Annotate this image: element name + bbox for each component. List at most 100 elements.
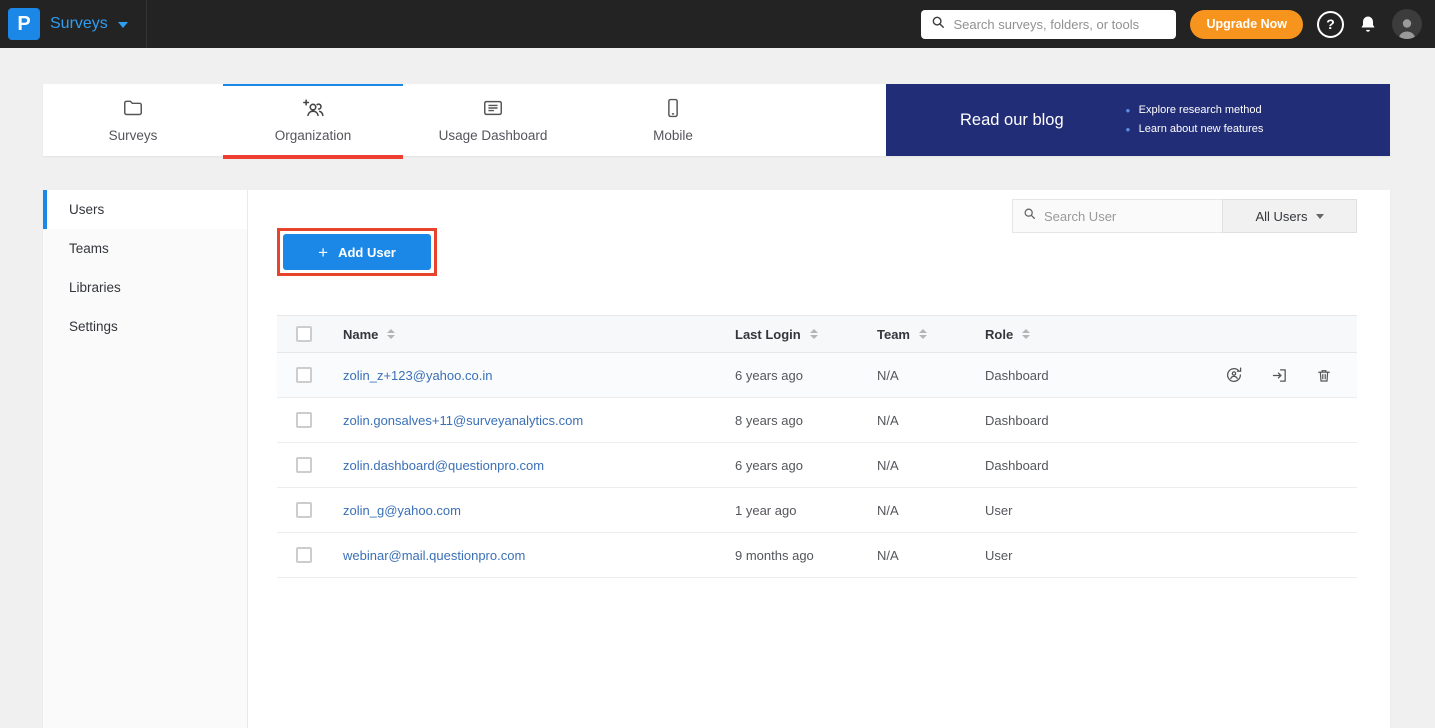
- last-login-cell: 6 years ago: [735, 368, 877, 383]
- table-row: zolin.dashboard@questionpro.com 6 years …: [277, 443, 1357, 488]
- sidebar-item-settings[interactable]: Settings: [43, 307, 247, 346]
- tab-label: Surveys: [109, 128, 158, 143]
- organization-sidebar: Users Teams Libraries Settings: [43, 190, 248, 728]
- product-switcher-label[interactable]: Surveys: [50, 15, 108, 33]
- organization-panel: Users Teams Libraries Settings All Users: [43, 190, 1390, 728]
- sort-icon[interactable]: [810, 329, 818, 339]
- user-name-link[interactable]: webinar@mail.questionpro.com: [343, 548, 525, 563]
- role-cell: Dashboard: [985, 413, 1147, 428]
- tabs-spacer: [763, 84, 886, 156]
- user-search-group: All Users: [1012, 199, 1357, 233]
- sidebar-item-label: Users: [69, 202, 104, 217]
- user-filter-label: All Users: [1255, 209, 1307, 224]
- blog-bullet: Explore research method: [1126, 101, 1264, 120]
- dashboard-icon: [482, 97, 504, 122]
- user-name-link[interactable]: zolin.gonsalves+11@surveyanalytics.com: [343, 413, 583, 428]
- team-cell: N/A: [877, 548, 985, 563]
- logo-letter: P: [17, 13, 30, 36]
- blog-banner-bullets: Explore research method Learn about new …: [1126, 101, 1264, 139]
- global-search[interactable]: [921, 10, 1176, 39]
- table-row: webinar@mail.questionpro.com 9 months ag…: [277, 533, 1357, 578]
- sort-icon[interactable]: [1022, 329, 1030, 339]
- column-header-team: Team: [877, 327, 910, 342]
- topbar: P Surveys Upgrade Now ?: [0, 0, 1435, 48]
- table-row: zolin_g@yahoo.com 1 year ago N/A User: [277, 488, 1357, 533]
- column-header-role: Role: [985, 327, 1013, 342]
- tab-mobile[interactable]: Mobile: [583, 84, 763, 156]
- user-search-input[interactable]: [1044, 209, 1220, 224]
- sidebar-item-label: Teams: [69, 241, 109, 256]
- brand[interactable]: P Surveys: [0, 0, 147, 48]
- table-body: zolin_z+123@yahoo.co.in 6 years ago N/A …: [277, 353, 1357, 578]
- tab-label: Mobile: [653, 128, 693, 143]
- last-login-cell: 8 years ago: [735, 413, 877, 428]
- users-content: All Users + Add User Name Last Login: [248, 190, 1390, 728]
- sidebar-item-label: Libraries: [69, 280, 121, 295]
- topbar-right: Upgrade Now ?: [921, 9, 1435, 39]
- login-as-user-icon[interactable]: [1271, 367, 1288, 384]
- row-checkbox[interactable]: [296, 457, 312, 473]
- plus-icon: +: [318, 244, 328, 261]
- chevron-down-icon: [118, 22, 128, 28]
- user-name-link[interactable]: zolin_g@yahoo.com: [343, 503, 461, 518]
- column-header-name: Name: [343, 327, 378, 342]
- row-checkbox[interactable]: [296, 547, 312, 563]
- role-cell: Dashboard: [985, 368, 1147, 383]
- team-cell: N/A: [877, 503, 985, 518]
- annotation-highlight: + Add User: [277, 228, 437, 276]
- tab-surveys[interactable]: Surveys: [43, 84, 223, 156]
- select-all-checkbox[interactable]: [296, 326, 312, 342]
- blog-bullet: Learn about new features: [1126, 120, 1264, 139]
- team-cell: N/A: [877, 458, 985, 473]
- impersonate-user-icon[interactable]: [1225, 366, 1243, 384]
- delete-user-icon[interactable]: [1316, 367, 1332, 384]
- add-user-button[interactable]: + Add User: [283, 234, 431, 270]
- last-login-cell: 1 year ago: [735, 503, 877, 518]
- user-name-link[interactable]: zolin.dashboard@questionpro.com: [343, 458, 544, 473]
- table-row: zolin.gonsalves+11@surveyanalytics.com 8…: [277, 398, 1357, 443]
- user-filter-dropdown[interactable]: All Users: [1222, 199, 1357, 233]
- users-table: Name Last Login Team Role: [277, 315, 1357, 578]
- last-login-cell: 9 months ago: [735, 548, 877, 563]
- role-cell: User: [985, 548, 1147, 563]
- search-icon: [1023, 207, 1036, 225]
- row-checkbox[interactable]: [296, 367, 312, 383]
- sidebar-item-libraries[interactable]: Libraries: [43, 268, 247, 307]
- column-header-last-login: Last Login: [735, 327, 801, 342]
- row-checkbox[interactable]: [296, 412, 312, 428]
- nav-tabs: Surveys Organization Usage Dashboard: [43, 84, 763, 156]
- team-cell: N/A: [877, 368, 985, 383]
- role-cell: Dashboard: [985, 458, 1147, 473]
- blog-banner-title[interactable]: Read our blog: [960, 111, 1064, 130]
- last-login-cell: 6 years ago: [735, 458, 877, 473]
- primary-nav: Surveys Organization Usage Dashboard: [43, 84, 1390, 156]
- team-cell: N/A: [877, 413, 985, 428]
- notifications-bell-icon[interactable]: [1358, 14, 1378, 34]
- user-search-field[interactable]: [1012, 199, 1222, 233]
- help-button[interactable]: ?: [1317, 11, 1344, 38]
- sidebar-item-label: Settings: [69, 319, 118, 334]
- upgrade-now-button[interactable]: Upgrade Now: [1190, 10, 1303, 39]
- tab-organization[interactable]: Organization: [223, 84, 403, 156]
- tab-label: Usage Dashboard: [439, 128, 548, 143]
- global-search-input[interactable]: [953, 17, 1166, 32]
- blog-banner[interactable]: Read our blog Explore research method Le…: [886, 84, 1390, 156]
- mobile-phone-icon: [662, 97, 684, 122]
- sort-icon[interactable]: [387, 329, 395, 339]
- user-avatar[interactable]: [1392, 9, 1422, 39]
- tab-usage-dashboard[interactable]: Usage Dashboard: [403, 84, 583, 156]
- table-header-row: Name Last Login Team Role: [277, 315, 1357, 353]
- sort-icon[interactable]: [919, 329, 927, 339]
- role-cell: User: [985, 503, 1147, 518]
- sidebar-item-users[interactable]: Users: [43, 190, 247, 229]
- sidebar-item-teams[interactable]: Teams: [43, 229, 247, 268]
- chevron-down-icon: [1316, 214, 1324, 219]
- table-row: zolin_z+123@yahoo.co.in 6 years ago N/A …: [277, 353, 1357, 398]
- questionpro-logo[interactable]: P: [8, 8, 40, 40]
- add-people-icon: [301, 97, 325, 122]
- user-name-link[interactable]: zolin_z+123@yahoo.co.in: [343, 368, 492, 383]
- row-checkbox[interactable]: [296, 502, 312, 518]
- tab-label: Organization: [275, 128, 352, 143]
- add-user-label: Add User: [338, 245, 396, 260]
- search-icon: [931, 15, 945, 34]
